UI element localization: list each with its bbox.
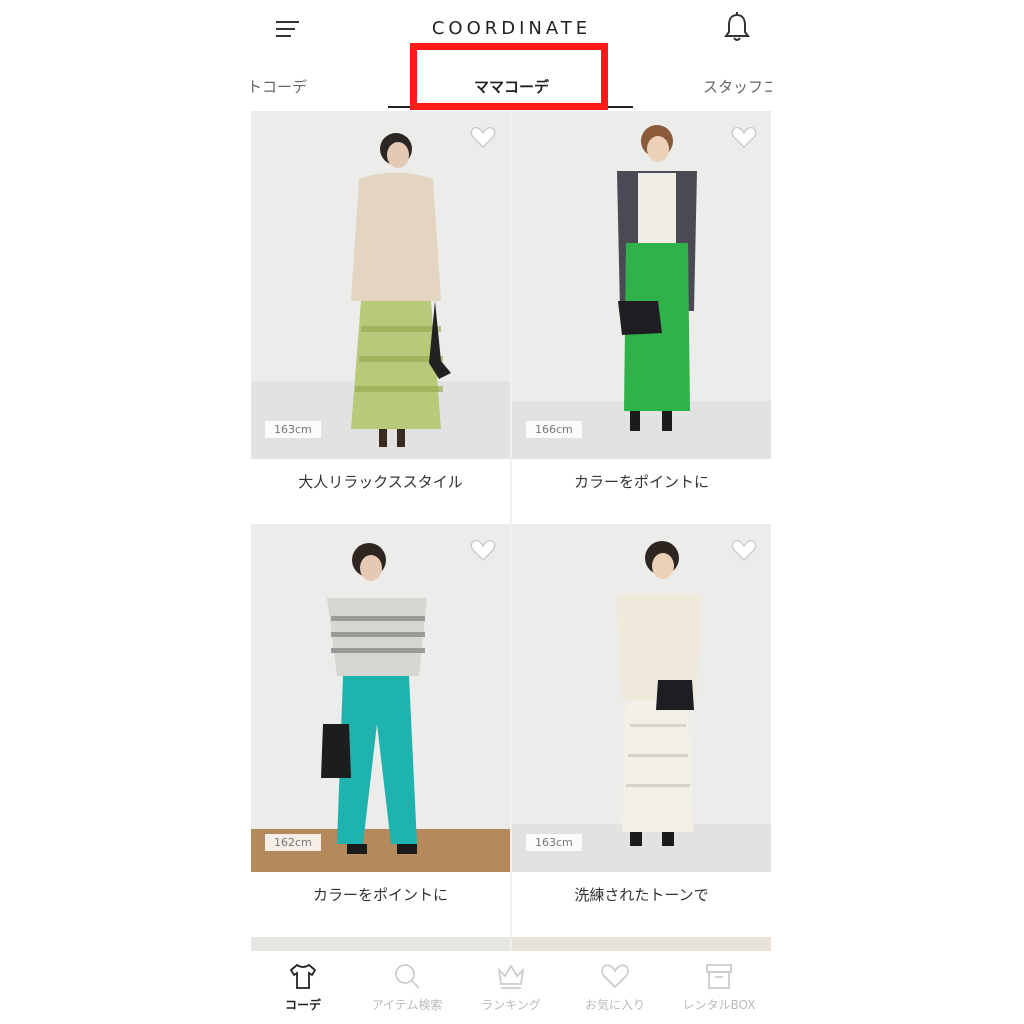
heart-icon xyxy=(601,964,629,989)
favorite-heart-icon[interactable] xyxy=(470,125,496,149)
nav-label: アイテム検索 xyxy=(371,998,443,1012)
model-illustration xyxy=(251,133,510,459)
page-title: COORDINATE xyxy=(431,18,592,39)
tab-staff-coordinate[interactable]: スタッフコ xyxy=(703,76,772,97)
box-icon xyxy=(706,964,732,989)
nav-label: ランキング xyxy=(481,998,541,1012)
next-card-peek[interactable] xyxy=(512,937,771,951)
favorite-heart-icon[interactable] xyxy=(731,538,757,562)
favorite-heart-icon[interactable] xyxy=(470,538,496,562)
coordinate-photo[interactable]: 166cm xyxy=(512,111,771,459)
tshirt-icon xyxy=(289,963,317,989)
coordinate-title[interactable]: 洗練されたトーンで xyxy=(512,884,771,905)
nav-item-search[interactable]: アイテム検索 xyxy=(355,962,459,1013)
nav-label: コーデ xyxy=(284,998,321,1012)
next-card-peek[interactable] xyxy=(251,937,510,951)
bell-icon[interactable] xyxy=(720,10,754,44)
favorite-heart-icon[interactable] xyxy=(731,125,757,149)
height-tag: 163cm xyxy=(265,421,321,438)
model-illustration xyxy=(512,125,771,459)
coordinate-app: COORDINATE トコーデ ママコーデ スタッフコ 163cm 大人リラック… xyxy=(251,0,772,1024)
coordinate-title[interactable]: 大人リラックススタイル xyxy=(251,471,510,492)
height-tag: 166cm xyxy=(526,421,582,438)
height-tag: 163cm xyxy=(526,834,582,851)
nav-favorites[interactable]: お気に入り xyxy=(563,962,667,1013)
nav-label: お気に入り xyxy=(584,998,645,1012)
nav-label: レンタルBOX xyxy=(682,998,756,1012)
coordinate-photo[interactable]: 162cm xyxy=(251,524,510,872)
height-tag: 162cm xyxy=(265,834,321,851)
model-illustration xyxy=(251,543,510,872)
highlight-annotation-box xyxy=(410,43,608,110)
bottom-navigation: コーデ アイテム検索 ランキング お気に入り レンタルBOX xyxy=(251,952,772,1024)
coordinate-photo[interactable]: 163cm xyxy=(512,524,771,872)
nav-ranking[interactable]: ランキング xyxy=(459,962,563,1013)
nav-coordinate[interactable]: コーデ xyxy=(251,962,355,1013)
model-illustration xyxy=(512,541,771,872)
coordinate-photo[interactable]: 163cm xyxy=(251,111,510,459)
crown-icon xyxy=(497,964,525,989)
nav-rental-box[interactable]: レンタルBOX xyxy=(667,962,771,1013)
coordinate-title[interactable]: カラーをポイントに xyxy=(512,471,771,492)
coordinate-title[interactable]: カラーをポイントに xyxy=(251,884,510,905)
search-icon xyxy=(395,964,420,989)
